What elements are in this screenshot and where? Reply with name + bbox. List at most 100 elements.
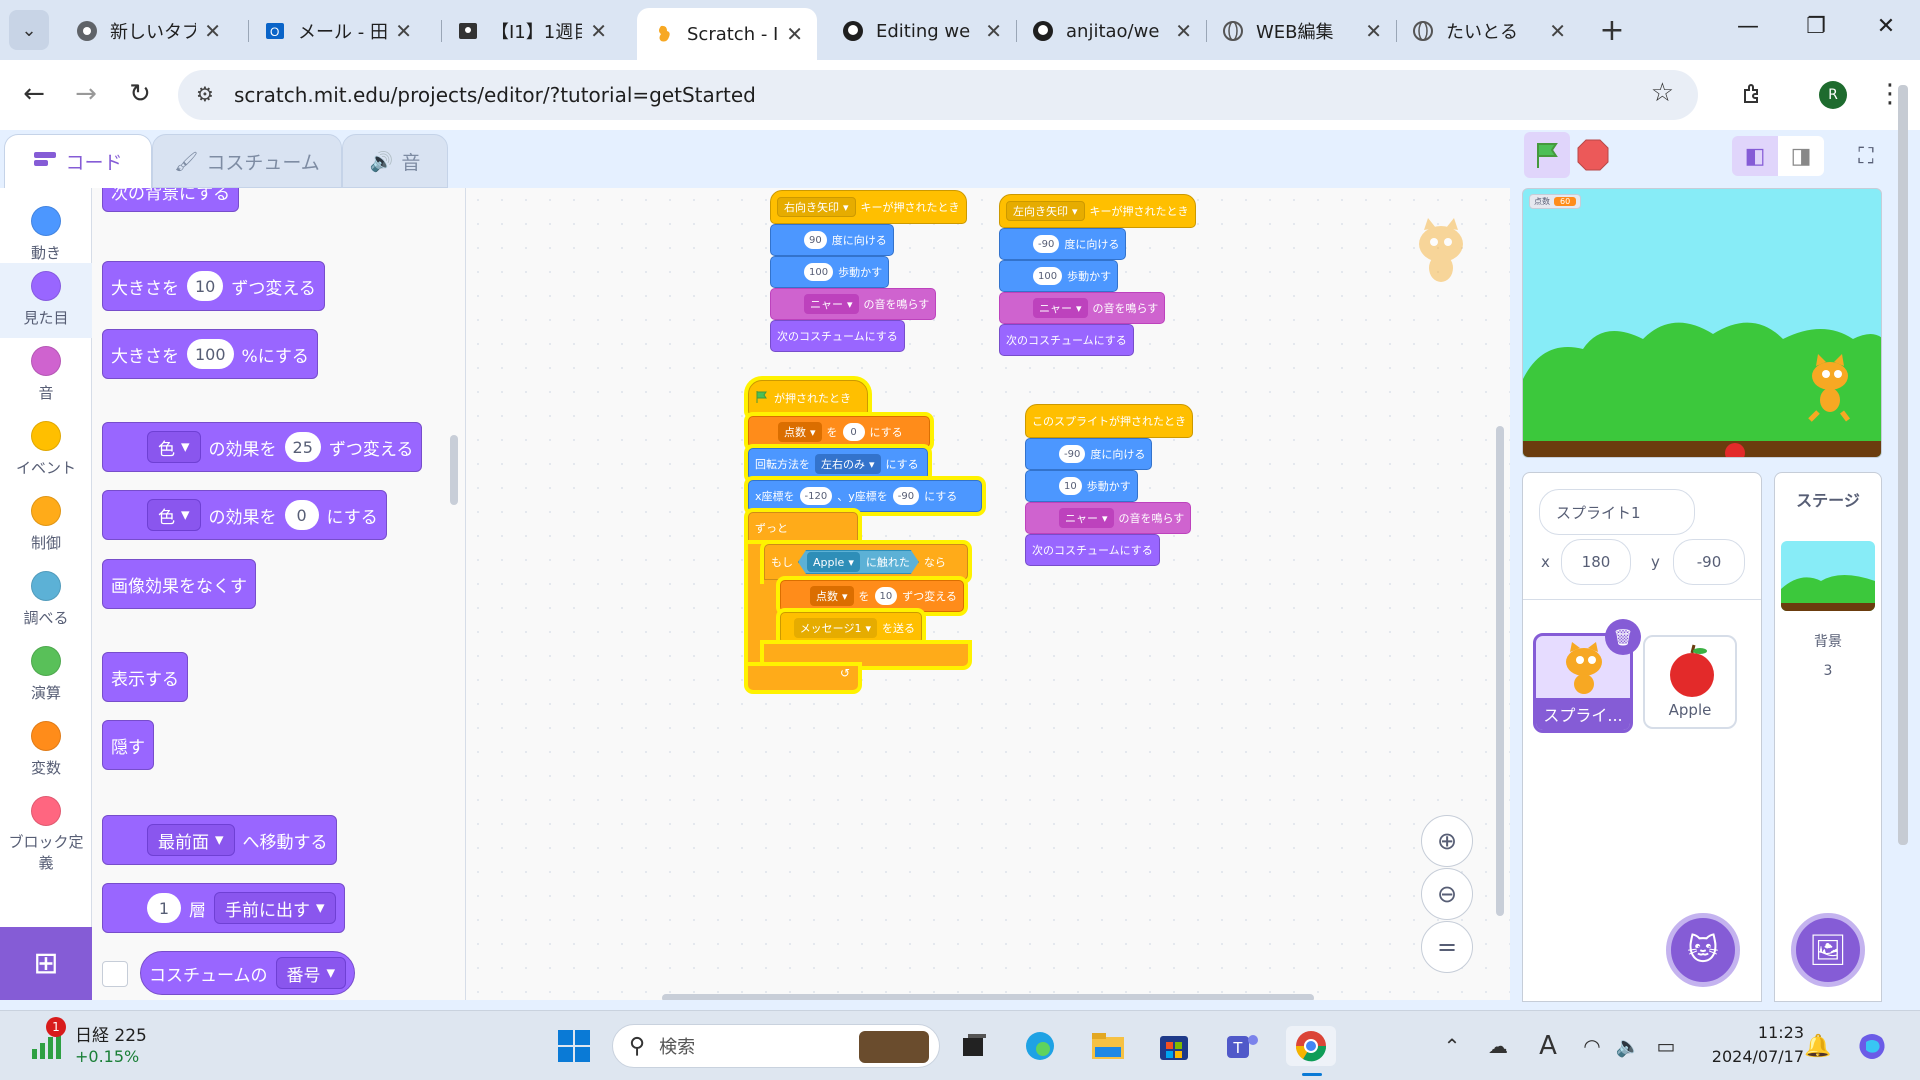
restore-button[interactable]: ❐ bbox=[1796, 14, 1836, 39]
green-flag-button[interactable] bbox=[1524, 132, 1570, 178]
block-play-sound[interactable]: ニャー ▾ の音を鳴らす bbox=[770, 288, 937, 320]
battery-icon[interactable]: ▭ bbox=[1646, 1026, 1686, 1066]
number-input[interactable]: 1 bbox=[147, 893, 181, 923]
stage-canvas[interactable]: 点数 60 bbox=[1522, 188, 1882, 458]
task-view-icon[interactable] bbox=[955, 1026, 995, 1066]
sound-dropdown[interactable]: ニャー ▾ bbox=[1033, 298, 1088, 318]
block-play-sound[interactable]: ニャー ▾ の音を鳴らす bbox=[1025, 502, 1192, 534]
block-change-size[interactable]: 大きさを 10 ずつ変える bbox=[102, 261, 325, 311]
copilot-icon[interactable] bbox=[1852, 1026, 1892, 1066]
block-next-costume[interactable]: 次のコスチュームにする bbox=[999, 324, 1134, 356]
category-looks[interactable]: 見た目 bbox=[0, 263, 92, 338]
small-stage-button[interactable]: ◧ bbox=[1732, 136, 1778, 176]
hat-key-pressed[interactable]: 右向き矢印 ▾ キーが押されたとき bbox=[770, 190, 967, 224]
sprite-thumb-apple[interactable]: Apple bbox=[1643, 635, 1737, 729]
sound-dropdown[interactable]: ニャー ▾ bbox=[1059, 508, 1114, 528]
taskbar-search[interactable]: ⚲ 検索 bbox=[612, 1024, 940, 1068]
block-set-rotation-style[interactable]: 回転方法を 左右のみ ▾ にする bbox=[748, 448, 928, 480]
block-go-to-xy[interactable]: x座標を -120 、y座標を -90 にする bbox=[748, 480, 982, 512]
zoom-in-button[interactable]: ⊕ bbox=[1421, 815, 1473, 867]
tab-github-editing[interactable]: Editing we ✕ bbox=[826, 8, 1016, 54]
block-hide[interactable]: 隠す bbox=[102, 720, 154, 770]
close-icon[interactable]: ✕ bbox=[395, 19, 412, 43]
tab-search-button[interactable]: ⌄ bbox=[9, 10, 49, 50]
sprite-name-field[interactable]: スプライト1 bbox=[1539, 489, 1695, 535]
block-go-layers[interactable]: 1 層 手前に出す ▾ bbox=[102, 883, 345, 933]
clock-time[interactable]: 11:23 bbox=[1700, 1023, 1804, 1042]
close-icon[interactable]: ✕ bbox=[1365, 19, 1382, 43]
tab-classroom[interactable]: 【I1】1週目 ✕ bbox=[441, 8, 621, 54]
number-input[interactable]: -90 bbox=[1033, 235, 1060, 253]
add-sprite-button[interactable]: 🐱 bbox=[1666, 913, 1740, 987]
number-input[interactable]: 0 bbox=[842, 423, 865, 441]
block-point-direction[interactable]: 90 度に向ける bbox=[770, 224, 894, 256]
number-input[interactable]: 25 bbox=[284, 432, 321, 462]
costume-property-dropdown[interactable]: 番号 ▾ bbox=[275, 957, 347, 989]
close-icon[interactable]: ✕ bbox=[1549, 19, 1566, 43]
category-motion[interactable]: 動き bbox=[0, 198, 92, 268]
layer-dropdown[interactable]: 最前面 ▾ bbox=[147, 824, 235, 856]
number-input[interactable]: 0 bbox=[284, 500, 319, 530]
category-sensing[interactable]: 調べる bbox=[0, 563, 92, 638]
block-if[interactable]: もし Apple ▾ に触れた なら bbox=[764, 544, 968, 580]
file-explorer-icon[interactable] bbox=[1088, 1026, 1128, 1066]
script-green-flag[interactable]: が押されたとき 点数 ▾ を 0 にする 回転方法を 左右のみ ▾ にする x座標を… bbox=[748, 380, 984, 700]
block-move-steps[interactable]: 10 歩動かす bbox=[1025, 470, 1138, 502]
block-show[interactable]: 表示する bbox=[102, 652, 188, 702]
code-workspace[interactable]: 右向き矢印 ▾ キーが押されたとき 90 度に向ける 100 歩動かす ニャー ▾ の音を… bbox=[466, 188, 1510, 1000]
x-field[interactable]: 180 bbox=[1561, 539, 1631, 585]
add-extension-button[interactable]: ⊞ bbox=[0, 927, 92, 1000]
teams-icon[interactable]: T bbox=[1222, 1026, 1262, 1066]
minimize-button[interactable]: — bbox=[1728, 14, 1768, 39]
chrome-taskbar-icon[interactable] bbox=[1286, 1026, 1336, 1066]
effect-dropdown[interactable]: 色 ▾ bbox=[147, 431, 201, 463]
block-change-variable[interactable]: 点数 ▾ を 10 ずつ変える bbox=[780, 580, 964, 612]
store-icon[interactable] bbox=[1154, 1026, 1194, 1066]
number-input[interactable]: 90 bbox=[804, 231, 827, 249]
workspace-hscrollbar[interactable] bbox=[662, 994, 1314, 1000]
start-button[interactable] bbox=[554, 1026, 594, 1066]
key-dropdown[interactable]: 左向き矢印 ▾ bbox=[1006, 201, 1085, 221]
block-forever[interactable]: ずっと bbox=[748, 512, 858, 544]
number-input[interactable]: -90 bbox=[892, 487, 920, 505]
large-stage-button[interactable]: ◨ bbox=[1778, 136, 1824, 176]
close-icon[interactable]: ✕ bbox=[590, 19, 607, 43]
close-icon[interactable]: ✕ bbox=[1175, 19, 1192, 43]
number-input[interactable]: -90 bbox=[1059, 445, 1086, 463]
block-next-costume[interactable]: 次のコスチュームにする bbox=[1025, 534, 1160, 566]
block-play-sound[interactable]: ニャー ▾ の音を鳴らす bbox=[999, 292, 1166, 324]
ime-icon[interactable]: A bbox=[1528, 1026, 1568, 1066]
tab-mail[interactable]: O メール - 田馬 ✕ bbox=[248, 8, 426, 54]
number-input[interactable]: 100 bbox=[804, 263, 834, 281]
reload-button[interactable]: ↻ bbox=[120, 74, 160, 114]
block-costume-number[interactable]: コスチュームの 番号 ▾ bbox=[140, 951, 356, 995]
stock-widget-icon[interactable]: 1 bbox=[28, 1017, 68, 1063]
block-go-to-front[interactable]: 最前面 ▾ へ移動する bbox=[102, 815, 337, 865]
block-point-direction[interactable]: -90 度に向ける bbox=[999, 228, 1127, 260]
key-dropdown[interactable]: 右向き矢印 ▾ bbox=[777, 197, 856, 217]
number-input[interactable]: -120 bbox=[799, 487, 833, 505]
address-bar[interactable]: ⚙ scratch.mit.edu/projects/editor/?tutor… bbox=[178, 70, 1698, 120]
variable-dropdown[interactable]: 点数 ▾ bbox=[810, 586, 854, 606]
site-info-icon[interactable]: ⚙ bbox=[196, 82, 214, 106]
block-point-direction[interactable]: -90 度に向ける bbox=[1025, 438, 1153, 470]
close-icon[interactable]: ✕ bbox=[985, 19, 1002, 43]
variable-dropdown[interactable]: 点数 ▾ bbox=[778, 422, 822, 442]
delete-sprite-button[interactable]: 🗑 bbox=[1605, 619, 1641, 655]
block-move-steps[interactable]: 100 歩動かす bbox=[770, 256, 890, 288]
monitor-checkbox[interactable] bbox=[102, 961, 128, 987]
forward-button[interactable]: → bbox=[66, 74, 106, 114]
touching-reporter[interactable]: Apple ▾ に触れた bbox=[798, 550, 919, 574]
tab-github-repo[interactable]: anjitao/we ✕ bbox=[1016, 8, 1206, 54]
direction-dropdown[interactable]: 手前に出す ▾ bbox=[214, 892, 336, 924]
close-window-button[interactable]: ✕ bbox=[1866, 14, 1906, 39]
clock-date[interactable]: 2024/07/17 bbox=[1700, 1047, 1804, 1066]
new-tab-button[interactable]: + bbox=[1592, 10, 1632, 50]
stock-name[interactable]: 日経 225 bbox=[75, 1021, 147, 1046]
tab-code[interactable]: コード bbox=[4, 134, 152, 188]
stop-button[interactable] bbox=[1576, 138, 1610, 172]
effect-dropdown[interactable]: 色 ▾ bbox=[147, 499, 201, 531]
category-events[interactable]: イベント bbox=[0, 413, 92, 488]
sound-dropdown[interactable]: ニャー ▾ bbox=[804, 294, 859, 314]
tab-costume[interactable]: 🖌 コスチューム bbox=[152, 134, 342, 188]
